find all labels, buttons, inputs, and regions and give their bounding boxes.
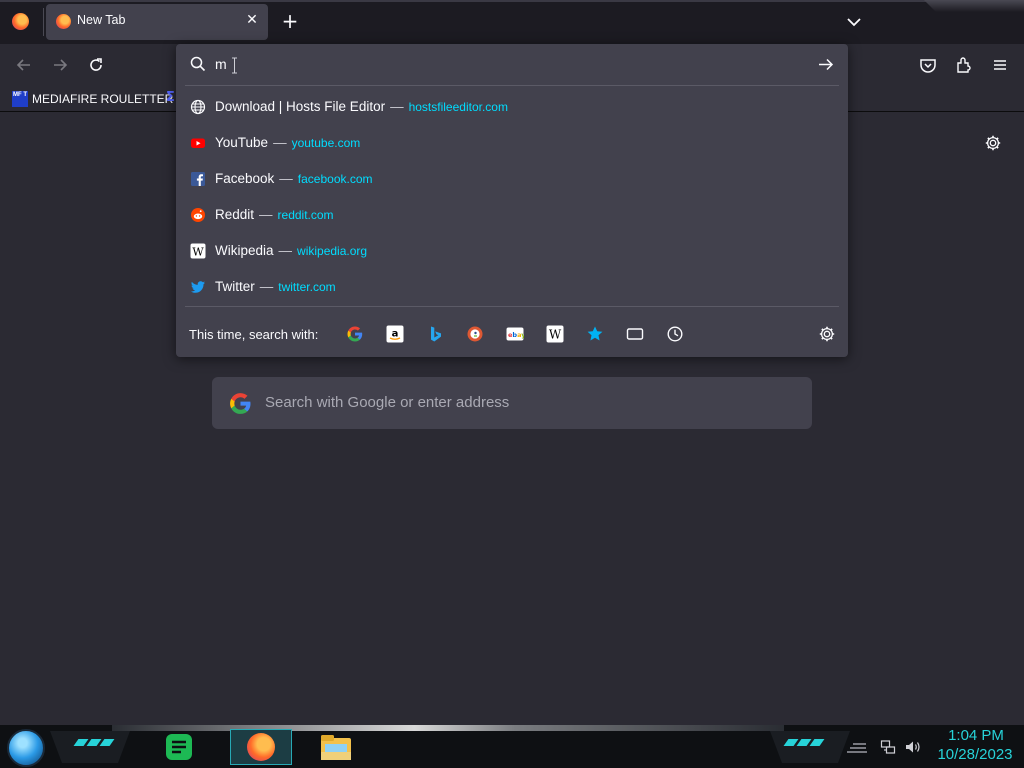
twitter-icon: [190, 281, 205, 293]
svg-text:ebay: ebay: [508, 331, 524, 339]
reload-icon[interactable]: [86, 55, 106, 75]
history-clock-icon[interactable]: [666, 325, 684, 343]
tab-strip: New Tab ✕ +: [0, 0, 1024, 44]
google-icon[interactable]: [346, 325, 364, 343]
extensions-puzzle-icon[interactable]: [954, 55, 974, 75]
oneoff-search-label: This time, search with:: [189, 327, 319, 342]
taskbar-chrome-band: [112, 725, 784, 731]
divider: [185, 85, 839, 86]
firefox-app-icon[interactable]: [12, 13, 29, 30]
gear-icon[interactable]: [984, 134, 1002, 152]
result-title: Facebook: [215, 171, 275, 186]
taskbar-left-panel: [50, 731, 130, 763]
result-title: YouTube: [215, 135, 269, 150]
reddit-icon: [191, 208, 205, 222]
result-row[interactable]: Facebook — facebook.com: [184, 162, 840, 196]
tab-title: New Tab: [77, 13, 126, 27]
search-placeholder: Search with Google or enter address: [265, 394, 510, 411]
result-url: reddit.com: [277, 208, 334, 222]
chevron-down-icon[interactable]: [844, 12, 864, 32]
result-url: twitter.com: [278, 280, 336, 294]
result-title: Reddit: [215, 207, 255, 222]
wikipedia-icon[interactable]: W: [546, 325, 564, 343]
result-separator: —: [278, 243, 293, 258]
firefox-favicon-icon: [56, 14, 71, 29]
window-top-edge: [0, 0, 1024, 2]
taskbar-file-explorer[interactable]: [316, 729, 356, 765]
folder-icon: [321, 735, 351, 760]
result-url: youtube.com: [291, 136, 361, 150]
svg-text:a: a: [392, 329, 399, 340]
result-row[interactable]: Twitter — twitter.com: [184, 270, 840, 304]
taskbar-notes-app[interactable]: [160, 729, 198, 765]
result-title: Wikipedia: [215, 243, 274, 258]
result-url: hostsfileeditor.com: [408, 100, 508, 114]
result-row[interactable]: Reddit — reddit.com: [184, 198, 840, 232]
start-button-orb[interactable]: [7, 729, 45, 767]
urlbar-popup: m Download | Hosts File Editor — hostsfile…: [176, 44, 848, 357]
ebay-icon[interactable]: ebay: [506, 325, 524, 343]
result-separator: —: [279, 171, 293, 186]
forward-arrow-icon[interactable]: [50, 55, 70, 75]
tab-separator: [43, 8, 44, 36]
divider: [185, 306, 839, 307]
newtab-search-box[interactable]: Search with Google or enter address: [212, 377, 812, 429]
pocket-icon[interactable]: [918, 55, 938, 75]
result-row[interactable]: Download | Hosts File Editor — hostsfileed…: [184, 90, 840, 124]
result-row[interactable]: YouTube — youtube.com: [184, 126, 840, 160]
globe-icon: [190, 99, 206, 115]
clock-date[interactable]: 10/28/2023: [930, 746, 1020, 763]
taskbar-right-panel: [770, 731, 850, 763]
result-title: Twitter: [215, 279, 255, 294]
youtube-icon: [191, 138, 205, 148]
back-arrow-icon[interactable]: [14, 55, 34, 75]
taskbar-firefox-app[interactable]: [230, 729, 292, 765]
tray-expand-icon[interactable]: [846, 740, 868, 754]
result-url: facebook.com: [297, 172, 373, 186]
result-separator: —: [259, 279, 274, 294]
hamburger-menu-icon[interactable]: [990, 55, 1010, 75]
firefox-icon: [247, 733, 275, 761]
result-row[interactable]: W Wikipedia — wikipedia.org: [184, 234, 840, 268]
result-url: wikipedia.org: [297, 244, 368, 258]
clock-time[interactable]: 1:04 PM: [936, 727, 1016, 744]
window-decoration: [924, 0, 1024, 12]
text-cursor-icon: [232, 57, 237, 74]
tabs-icon[interactable]: [626, 325, 644, 343]
facebook-icon: [191, 172, 205, 186]
close-tab-icon[interactable]: ✕: [244, 12, 260, 28]
gear-icon[interactable]: [818, 325, 836, 343]
duckduckgo-icon[interactable]: [466, 325, 484, 343]
urlbar-input-row[interactable]: m: [176, 44, 848, 85]
volume-icon[interactable]: [904, 739, 922, 755]
taskbar: [0, 725, 1024, 768]
mediafire-icon: MF T: [12, 91, 28, 107]
urlbar-input[interactable]: m: [215, 56, 227, 72]
wikipedia-icon: W: [190, 243, 206, 259]
taskbar-chevrons-left: [73, 739, 115, 747]
google-icon: [230, 393, 251, 414]
bookmark-mediafire-rouletter[interactable]: MF T MEDIAFIRE ROULETTER: [12, 89, 173, 109]
result-title: Download | Hosts File Editor: [215, 99, 386, 114]
amazon-icon[interactable]: a: [386, 325, 404, 343]
bing-icon[interactable]: [426, 325, 444, 343]
bookmark-label: MEDIAFIRE ROULETTER: [32, 92, 174, 106]
taskbar-chevrons-right: [783, 739, 825, 747]
network-icon[interactable]: [880, 739, 896, 755]
result-separator: —: [259, 207, 273, 222]
tab-new-tab[interactable]: New Tab ✕: [46, 4, 268, 40]
search-icon: [190, 56, 206, 72]
bookmarks-star-icon[interactable]: [586, 325, 604, 343]
result-separator: —: [390, 99, 404, 114]
svg-text:W: W: [192, 245, 204, 258]
new-tab-plus-icon[interactable]: +: [280, 11, 300, 32]
notes-app-icon: [166, 734, 192, 760]
svg-text:W: W: [549, 328, 562, 342]
result-separator: —: [273, 135, 287, 150]
go-arrow-icon[interactable]: [817, 56, 834, 73]
